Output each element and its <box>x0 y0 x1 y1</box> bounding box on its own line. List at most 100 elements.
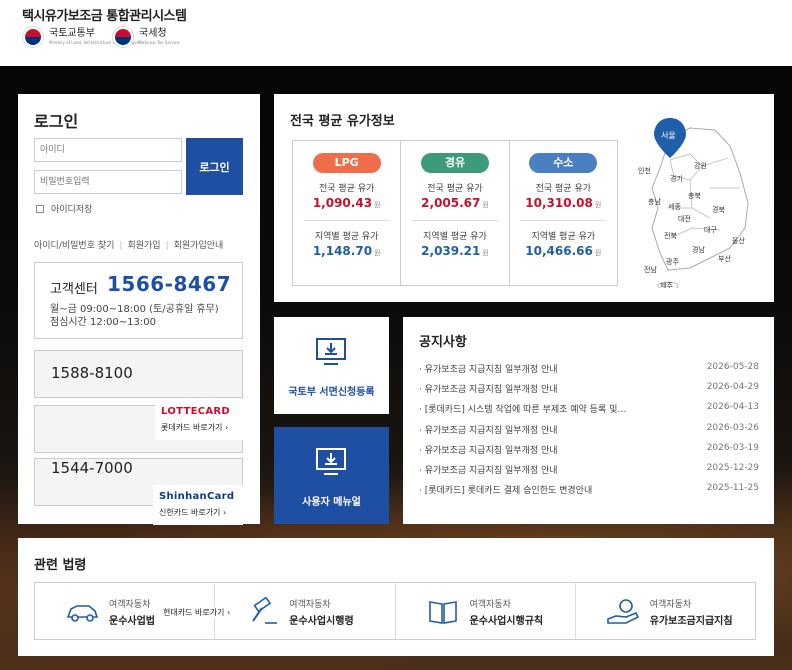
card-hyundai-box: 1588-8100 <box>34 350 243 398</box>
hours-lunch: 점심시간 12:00~13:00 <box>50 317 156 328</box>
laws-list: 여객자동차 운수사업법 현대카드 바로가기 › 여객자동차 운수사업시행령 여객… <box>34 582 756 640</box>
customer-center-number: 1566-8467 <box>107 272 232 296</box>
manual-label: 사용자 메뉴얼 <box>302 497 361 508</box>
notice-item-title: 유가보조금 지급지침 일부개정 안내 <box>419 423 689 443</box>
map-label: 경북 <box>712 205 725 214</box>
login-title: 로그인 <box>34 112 79 131</box>
shinhan-card-link-label: 신한카드 바로가기 › <box>159 508 227 517</box>
region-value: 10,466.66 원 <box>525 244 602 258</box>
find-account-link[interactable]: 아이디/비밀번호 찾기 <box>34 241 114 251</box>
signup-link[interactable]: 회원가입 <box>127 241 160 251</box>
header: 택시유가보조금 통합관리시스템 국토교통부 Ministry of Land, I… <box>0 0 792 66</box>
notice-item[interactable]: [롯데카드] 시스템 작업에 따른 부제조 예약 등록 및… 2026-04-13 <box>419 402 759 422</box>
customer-center: 고객센터 1566-8467 월~금 09:00~18:00 (토/공휴일 휴무… <box>34 262 243 339</box>
fuel-col-lpg: LPG 전국 평균 유가 1,090.43 원 지역별 평균 유가 1,148.7… <box>293 141 402 285</box>
avg-value: 1,090.43 원 <box>312 196 381 210</box>
notice-item-date: 2026-04-13 <box>706 402 759 413</box>
fuel-type-badge: 경유 <box>420 153 489 173</box>
region-label: 지역별 평균 유가 <box>423 232 487 242</box>
fuel-type-badge: LPG <box>312 153 381 173</box>
notice-item[interactable]: 유가보조금 지급지침 일부개정 안내 2026-05-28 <box>419 362 759 382</box>
card-phone-number: 1588-8100 <box>51 364 133 382</box>
customer-center-label: 고객센터 <box>50 282 98 297</box>
password-input[interactable] <box>34 170 182 194</box>
notice-item-date: 2026-03-26 <box>706 422 759 433</box>
register-quick-link[interactable]: 국토부 서면신청등록 <box>274 317 389 414</box>
laws-title: 관련 법령 <box>34 558 87 573</box>
avg-value: 10,310.08 원 <box>525 196 602 210</box>
lotte-card-link-label: 롯데카드 바로가기 › <box>161 423 229 432</box>
id-input[interactable] <box>34 138 182 162</box>
fuel-type-badge: 수소 <box>529 153 598 173</box>
map-selected-label: 서울 <box>661 131 676 140</box>
notice-item[interactable]: 유가보조금 지급지침 일부개정 안내 2025-12-29 <box>419 463 759 483</box>
download-monitor-icon <box>316 338 346 365</box>
region-value: 2,039.21 원 <box>421 244 489 258</box>
notice-panel: 공지사항 유가보조금 지급지침 일부개정 안내 2026-05-28 유가보조금 … <box>403 317 774 524</box>
law-link[interactable]: 여객자동차 운수사업법 현대카드 바로가기 › <box>35 583 231 639</box>
hours-weekday: 월~금 09:00~18:00 (토/공휴일 휴무) <box>50 304 219 315</box>
map-label: 울산 <box>732 236 745 245</box>
notice-item[interactable]: 유가보조금 지급지침 일부개정 안내 2026-04-29 <box>419 382 759 402</box>
lotte-card-logo: LOTTECARD <box>161 406 230 417</box>
region-map[interactable]: 인천 경기 강원 충북 충남 세종 대전 경북 전북 대구 울산 경남 부산 광… <box>630 118 760 291</box>
law-line1: 여객자동차 <box>649 600 692 610</box>
shinhan-card-logo: ShinhanCard <box>159 491 235 502</box>
site-title[interactable]: 택시유가보조금 통합관리시스템 <box>22 5 187 24</box>
notice-item-title: [롯데카드] 롯데카드 결제 승인한도 변경안내 <box>419 483 689 503</box>
notice-item-title: 유가보조금 지급지침 일부개정 안내 <box>419 382 689 402</box>
law-link[interactable]: 여객자동차 유가보조금지급지침 <box>576 583 755 639</box>
signup-guide-link[interactable]: 회원가입안내 <box>174 241 224 251</box>
map-label: 전북 <box>664 231 677 240</box>
notice-item[interactable]: 유가보조금 지급지침 일부개정 안내 2026-03-26 <box>419 423 759 443</box>
fuel-col-diesel: 경유 전국 평균 유가 2,005.67 원 지역별 평균 유가 2,039.21… <box>401 141 510 285</box>
map-label: 부산 <box>718 254 731 263</box>
fuel-col-hydrogen: 수소 전국 평균 유가 10,310.08 원 지역별 평균 유가 10,466.… <box>510 141 617 285</box>
fuel-title: 전국 평균 유가정보 <box>290 114 395 129</box>
law-link[interactable]: 여객자동차 운수사업시행령 <box>215 583 396 639</box>
login-panel: 로그인 로그인 아이디저장 아이디/비밀번호 찾기|회원가입|회원가입안내 고객… <box>18 94 260 525</box>
card-lotte-box: LOTTECARD 롯데카드 바로가기 › <box>34 400 243 453</box>
map-label: 충남 <box>648 197 661 206</box>
law-line1: 여객자동차 <box>109 600 151 610</box>
notice-item[interactable]: 유가보조금 지급지침 일부개정 안내 2026-03-19 <box>419 443 759 463</box>
map-label: 강원 <box>694 161 707 170</box>
notice-item[interactable]: [롯데카드] 롯데카드 결제 승인한도 변경안내 2025-11-25 <box>419 483 759 503</box>
region-label: 지역별 평균 유가 <box>531 232 596 242</box>
notice-item-date: 2025-11-25 <box>706 483 759 494</box>
shinhan-card-link[interactable]: ShinhanCard 신한카드 바로가기 › <box>153 485 243 525</box>
region-value: 1,148.70 원 <box>312 244 381 258</box>
avg-value: 2,005.67 원 <box>421 196 489 210</box>
fuel-price-panel: 전국 평균 유가정보 LPG 전국 평균 유가 1,090.43 원 지역별 평균… <box>274 94 774 302</box>
taegeuk-emblem-icon <box>22 26 44 48</box>
law-line1: 여객자동차 <box>289 600 331 610</box>
notice-title[interactable]: 공지사항 <box>419 331 467 350</box>
manual-quick-link[interactable]: 사용자 메뉴얼 <box>274 427 389 524</box>
notice-item-title: 유가보조금 지급지침 일부개정 안내 <box>419 362 689 382</box>
map-label: 대전 <box>678 214 691 223</box>
law-line1: 여객자동차 <box>469 600 511 610</box>
lotte-card-link[interactable]: LOTTECARD 롯데카드 바로가기 › <box>155 400 243 440</box>
notice-item-date: 2026-03-19 <box>706 442 759 453</box>
map-label: 전남 <box>644 265 657 274</box>
nts-logo[interactable]: 국세청 National Tax Service <box>112 26 180 48</box>
law-link[interactable]: 여객자동차 운수사업시행규칙 <box>396 583 576 639</box>
taegeuk-emblem-icon <box>112 26 134 48</box>
map-label: 충북 <box>688 191 701 200</box>
customer-center-hours: 월~금 09:00~18:00 (토/공휴일 휴무) 점심시간 12:00~13… <box>50 303 219 329</box>
notice-item-date: 2026-05-28 <box>706 362 759 372</box>
law-line2: 유가보조금지급지침 <box>649 616 733 627</box>
remember-id-label: 아이디저장 <box>51 205 93 215</box>
fuel-grid: LPG 전국 평균 유가 1,090.43 원 지역별 평균 유가 1,148.7… <box>292 140 618 286</box>
map-label: 경기 <box>670 174 683 183</box>
related-laws-panel: 관련 법령 여객자동차 운수사업법 현대카드 바로가기 › 여객자동차 운수사업… <box>18 538 774 656</box>
login-button[interactable]: 로그인 <box>186 138 243 195</box>
map-label: 세종 <box>668 202 681 211</box>
remember-id-checkbox[interactable]: 아이디저장 <box>36 202 92 215</box>
register-label: 국토부 서면신청등록 <box>288 387 375 398</box>
avg-label: 전국 평균 유가 <box>318 184 375 194</box>
notice-item-title: 유가보조금 지급지침 일부개정 안내 <box>419 463 689 483</box>
notice-item-date: 2026-04-29 <box>706 382 759 393</box>
notice-item-title: 유가보조금 지급지침 일부개정 안내 <box>419 443 689 463</box>
map-label: 광주 <box>666 258 679 266</box>
